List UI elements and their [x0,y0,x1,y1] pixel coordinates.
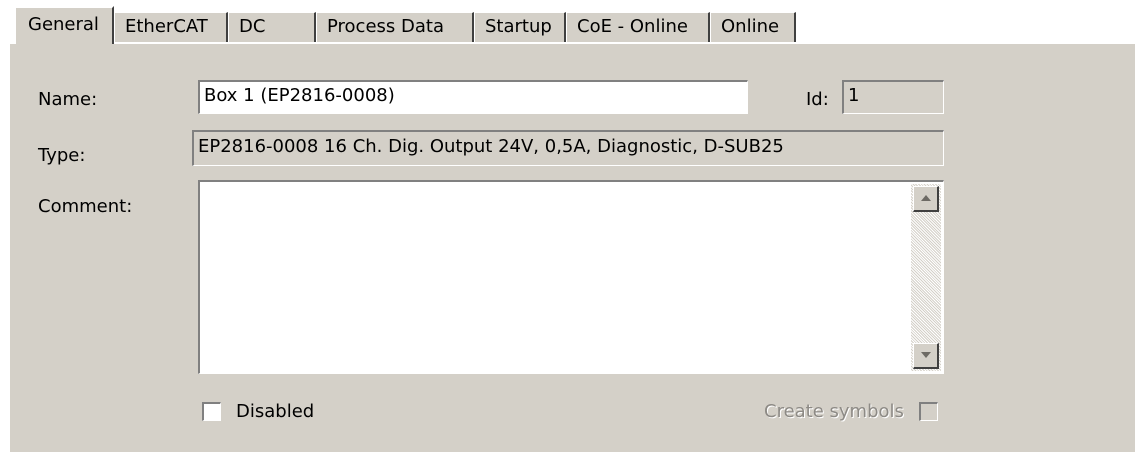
type-label: Type: [38,145,86,166]
comment-label: Comment: [38,196,133,217]
tab-label: General [28,14,99,35]
tab-label: CoE - Online [577,16,688,37]
tab-label: Startup [485,16,552,37]
tab-online[interactable]: Online [710,12,796,42]
name-input[interactable]: Box 1 (EP2816-0008) [198,80,748,114]
id-field-value: 1 [848,85,860,106]
tab-dc[interactable]: DC [228,12,316,42]
name-label: Name: [38,89,98,110]
tab-label: DC [239,16,266,37]
disabled-checkbox[interactable] [202,402,221,421]
type-field: EP2816-0008 16 Ch. Dig. Output 24V, 0,5A… [192,130,944,166]
tab-label: Online [721,16,780,37]
tab-general[interactable]: General [14,6,114,44]
scroll-down-arrow-icon [921,352,931,358]
tab-label: Process Data [327,16,444,37]
device-properties-window: { "tabs": [ {"label": "General"}, {"labe… [0,0,1135,452]
tab-coe-online[interactable]: CoE - Online [566,12,710,42]
tab-label: EtherCAT [125,16,208,37]
scroll-up-button[interactable] [913,186,939,212]
tab-process-data[interactable]: Process Data [316,12,474,42]
comment-textarea[interactable] [198,180,944,374]
type-field-value: EP2816-0008 16 Ch. Dig. Output 24V, 0,5A… [198,136,784,157]
create-symbols-checkbox-row[interactable]: Create symbols [760,401,946,425]
disabled-checkbox-row[interactable]: Disabled [200,401,340,425]
name-input-value: Box 1 (EP2816-0008) [204,85,395,106]
id-label: Id: [806,89,829,110]
scroll-down-button[interactable] [913,343,939,369]
comment-scrollbar[interactable] [911,184,941,371]
id-field: 1 [842,80,944,114]
create-symbols-label: Create symbols [764,401,904,422]
tab-startup[interactable]: Startup [474,12,566,42]
disabled-label: Disabled [236,401,315,422]
scroll-up-arrow-icon [921,195,931,201]
create-symbols-checkbox[interactable] [919,402,938,421]
tab-ethercat[interactable]: EtherCAT [114,12,228,42]
